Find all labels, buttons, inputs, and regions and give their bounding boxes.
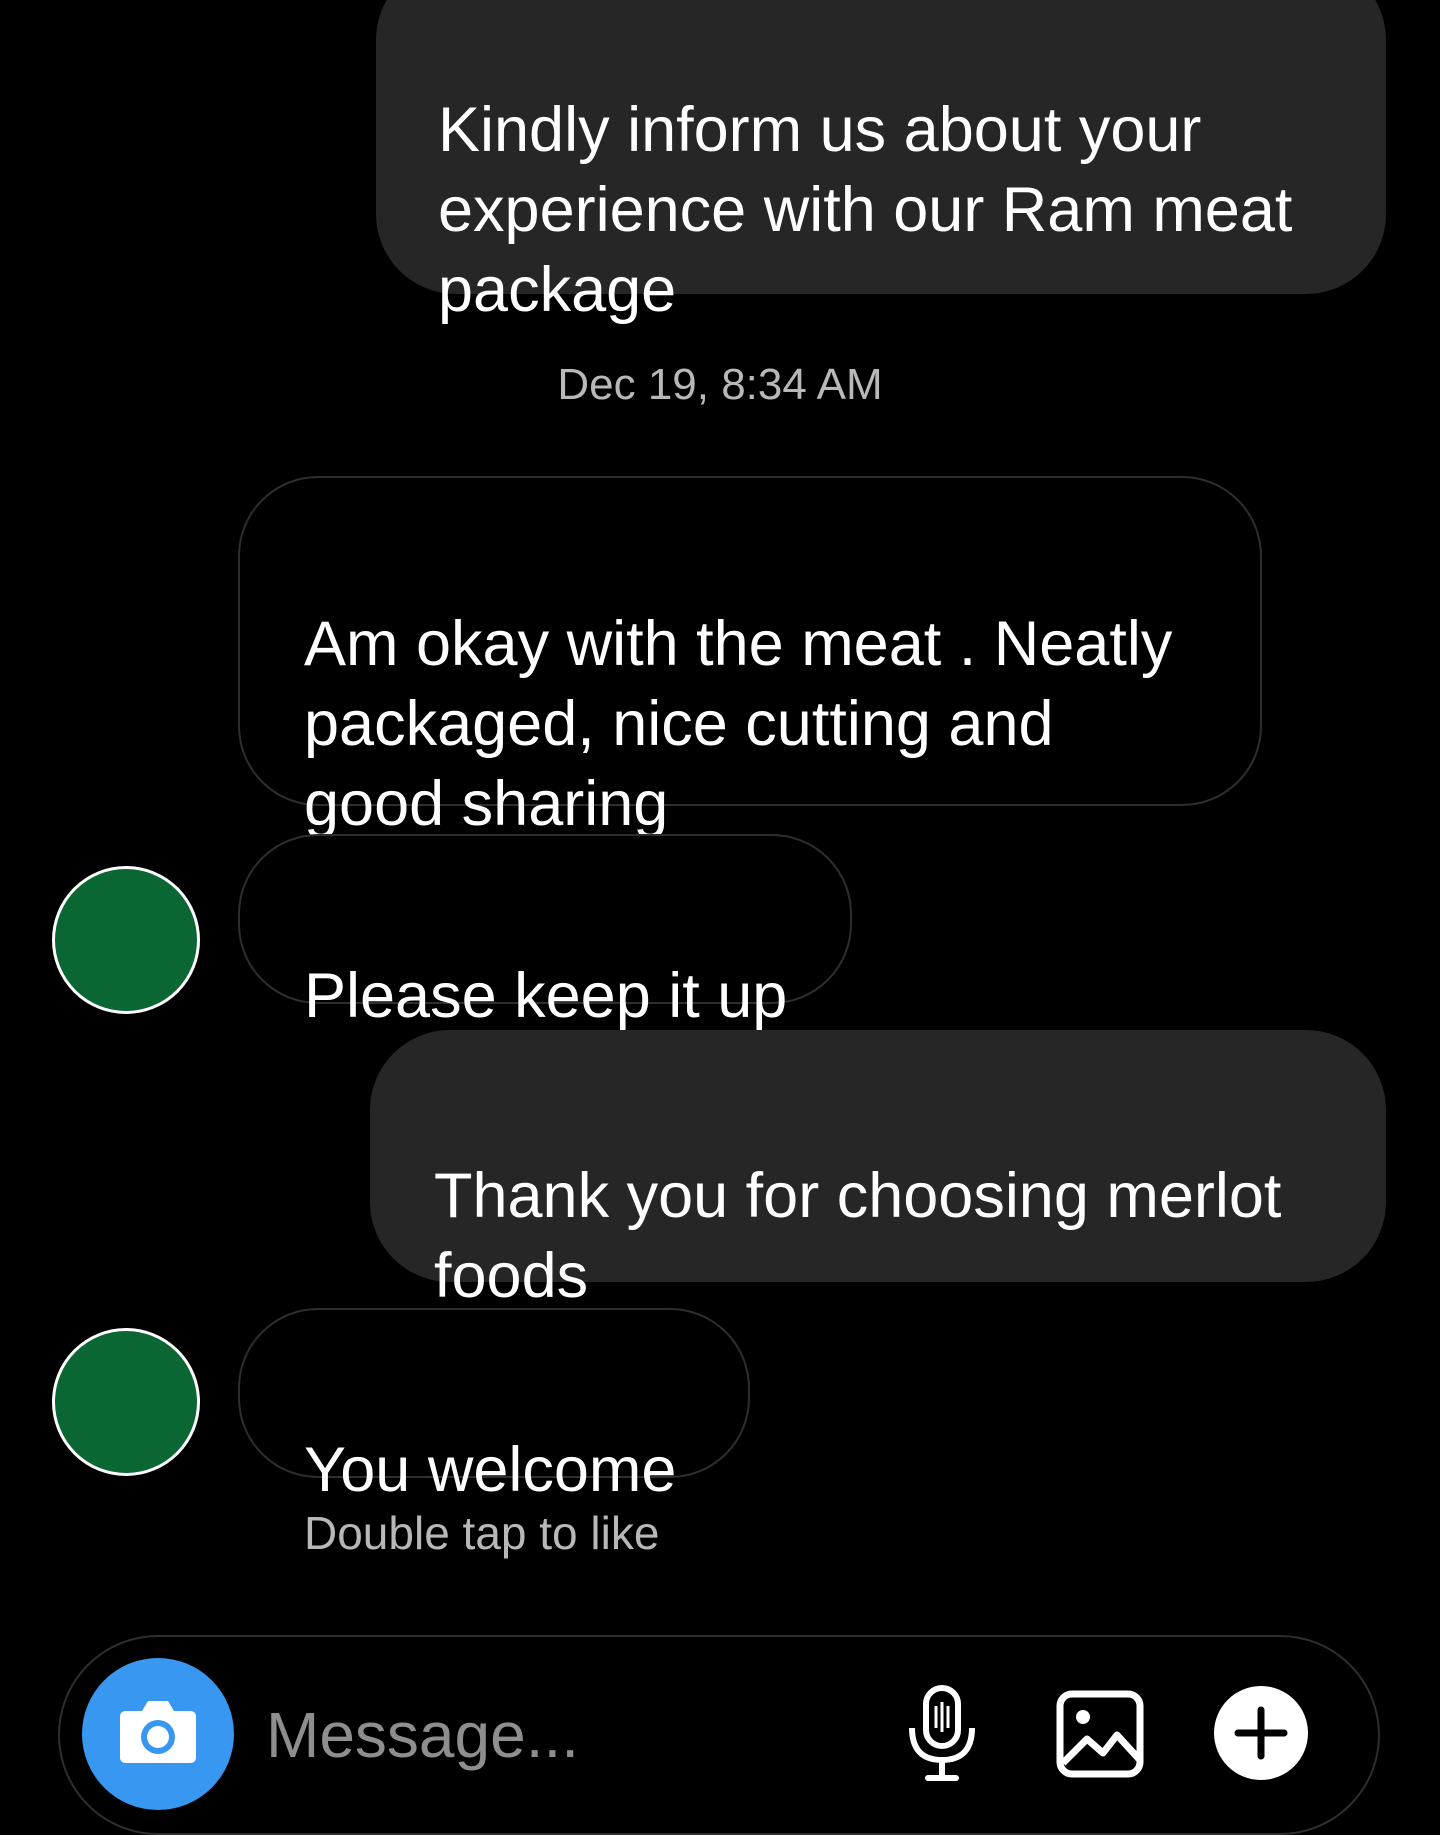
message-text: Kindly inform us about your experience w… [438,95,1293,325]
gallery-icon [1055,1689,1145,1784]
gallery-button[interactable] [1054,1690,1146,1782]
camera-button[interactable] [82,1658,234,1810]
microphone-icon [904,1684,980,1789]
plus-circle-icon [1212,1684,1310,1787]
message-text: You welcome [304,1435,677,1505]
message-bubble-incoming[interactable]: You welcome [238,1308,750,1505]
message-text: Please keep it up [304,961,788,1031]
avatar[interactable] [52,1328,200,1476]
message-bubble-outgoing[interactable]: Thank you for choosing merlot foods [370,1030,1386,1311]
plus-button[interactable] [1212,1684,1310,1787]
message-timestamp: Dec 19, 8:34 AM [557,360,883,409]
microphone-button[interactable] [900,1684,984,1788]
message-bubble-incoming[interactable]: Please keep it up [238,834,852,1031]
avatar[interactable] [52,866,200,1014]
message-bubble-incoming[interactable]: Am okay with the meat . Neatly packaged,… [238,476,1262,839]
double-tap-hint: Double tap to like [304,1507,660,1559]
camera-icon [116,1697,200,1772]
message-text: Thank you for choosing merlot foods [434,1161,1282,1311]
message-text: Am okay with the meat . Neatly packaged,… [304,609,1173,839]
message-input[interactable] [266,1690,866,1780]
message-bubble-outgoing[interactable]: Kindly inform us about your experience w… [376,0,1386,325]
